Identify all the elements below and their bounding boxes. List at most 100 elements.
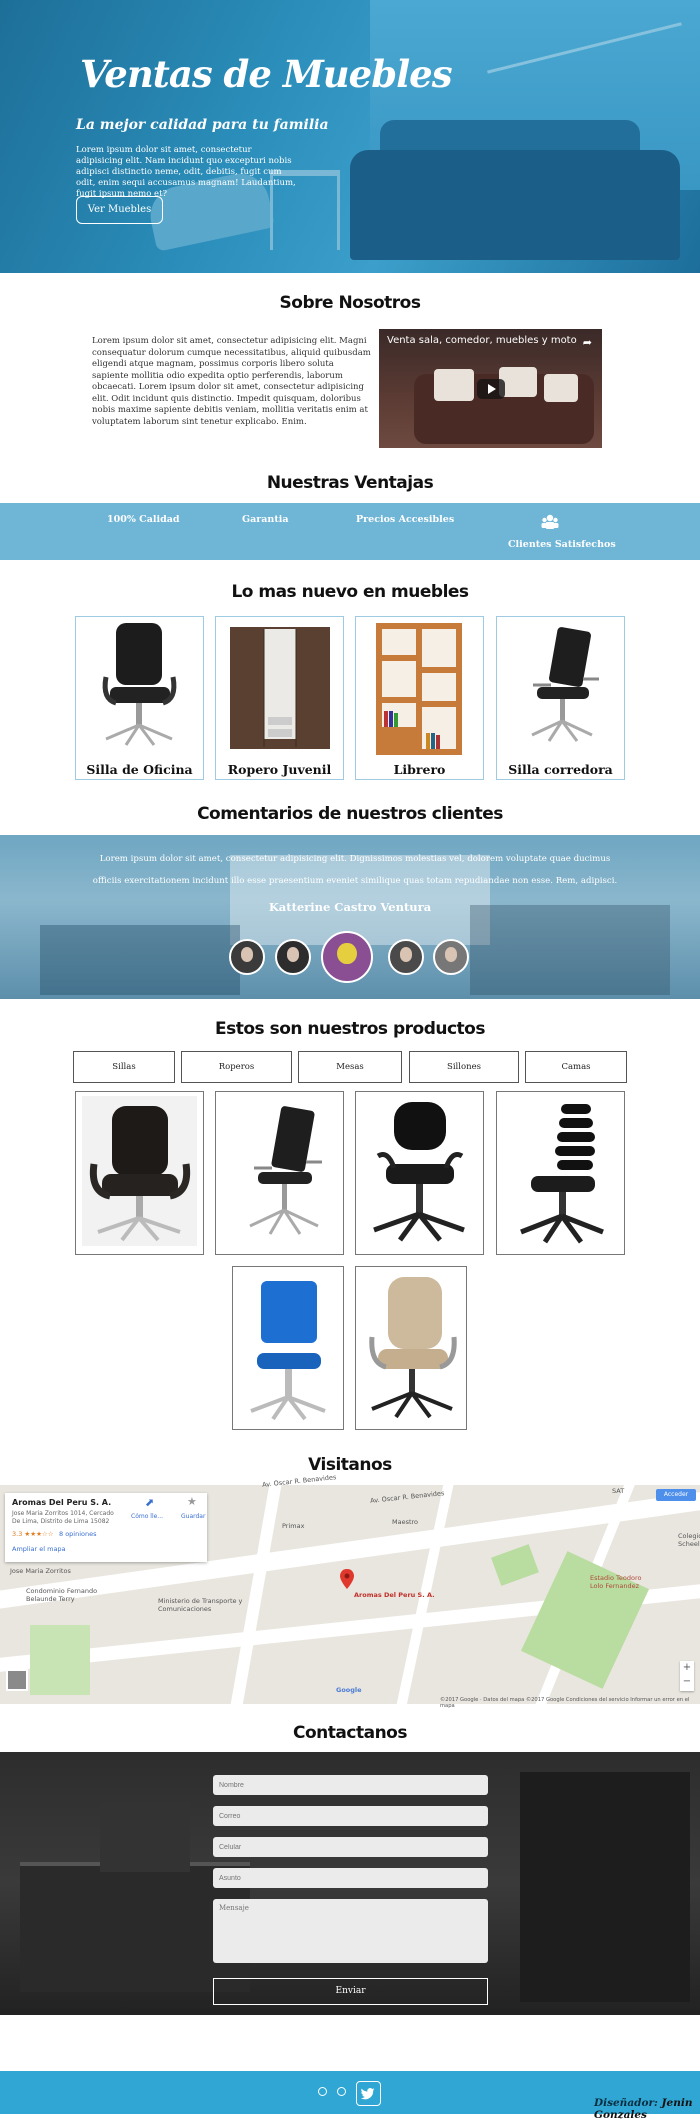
name-field[interactable] — [213, 1775, 488, 1795]
about-title: Sobre Nosotros — [279, 293, 421, 313]
sign-in-button[interactable]: Acceder — [656, 1489, 696, 1501]
hero-subtitle: La mejor calidad para tu familia — [76, 117, 329, 133]
product-card[interactable]: Silla corredora — [496, 616, 625, 780]
tab-roperos[interactable]: Roperos — [181, 1051, 292, 1083]
hero-sofa — [350, 150, 680, 260]
twitter-icon[interactable] — [356, 2081, 381, 2106]
poi-label: Maestro — [392, 1518, 419, 1526]
users-icon — [541, 514, 559, 529]
advantages-title: Nuestras Ventajas — [266, 473, 434, 493]
street-label: Jose Maria Zorritos — [10, 1567, 71, 1575]
testimonial-author: Katterine Castro Ventura — [268, 900, 432, 914]
designer-credit: Diseñador: Jenin Gonzales — [594, 2097, 700, 2121]
subject-field[interactable] — [213, 1868, 488, 1888]
products-title: Estos son nuestros productos — [215, 1019, 485, 1039]
advantage-prices: Precios Accesibles — [356, 514, 455, 525]
mesh-chair-image — [249, 1106, 322, 1235]
bookshelf-image — [376, 623, 462, 755]
social-icon[interactable] — [337, 2087, 346, 2096]
product-card[interactable]: Librero — [355, 616, 484, 780]
product-item[interactable] — [75, 1091, 204, 1255]
product-label: Librero — [393, 762, 446, 777]
product-item[interactable] — [355, 1266, 467, 1430]
star-icon[interactable]: ★ — [187, 1495, 197, 1508]
avatar-face — [337, 942, 357, 965]
play-icon[interactable] — [477, 379, 505, 399]
map-park — [30, 1625, 90, 1695]
reviews-link[interactable]: 8 opiniones — [59, 1530, 97, 1538]
see-furniture-button[interactable]: Ver Muebles — [76, 196, 163, 224]
enlarge-map-link[interactable]: Ampliar el mapa — [12, 1545, 66, 1553]
zoom-controls[interactable]: + − — [680, 1661, 694, 1691]
product-card[interactable]: Silla de Oficina — [75, 616, 204, 780]
map-pin-icon[interactable] — [340, 1569, 354, 1589]
tab-camas[interactable]: Camas — [525, 1051, 627, 1083]
tab-mesas[interactable]: Mesas — [298, 1051, 402, 1083]
advantage-clients: Clientes Satisfechos — [508, 539, 616, 550]
video-player[interactable]: Venta sala, comedor, muebles y moto ➦ — [379, 329, 602, 448]
directions-link[interactable]: Cómo lle... — [131, 1513, 163, 1520]
email-field[interactable] — [213, 1806, 488, 1826]
product-item[interactable] — [355, 1091, 484, 1255]
directions-icon[interactable]: ⬈ — [145, 1496, 154, 1509]
video-title: Venta sala, comedor, muebles y moto — [387, 335, 577, 346]
bg-window — [100, 1802, 190, 1872]
satellite-thumbnail[interactable] — [6, 1669, 28, 1691]
map-park — [520, 1551, 650, 1689]
map-park — [491, 1544, 539, 1586]
marker-label: Aromas Del Peru S. A. — [354, 1591, 435, 1599]
place-card: Aromas Del Peru S. A. Jose Maria Zorrito… — [5, 1493, 207, 1562]
blue-chair-image — [250, 1281, 326, 1421]
bg-blur — [40, 925, 240, 995]
poi-label: SAT — [612, 1487, 625, 1495]
tab-sillas[interactable]: Sillas — [73, 1051, 175, 1083]
mesh-chair-image — [531, 627, 599, 742]
poi-label: Estadio Teodoro Lolo Fernandez — [590, 1574, 642, 1590]
client-avatar[interactable] — [388, 939, 424, 975]
client-avatar[interactable] — [433, 939, 469, 975]
client-avatar[interactable] — [229, 939, 265, 975]
video-cushion — [544, 374, 578, 402]
google-logo: Google — [336, 1686, 362, 1694]
tab-sillones[interactable]: Sillones — [409, 1051, 519, 1083]
place-rating: 3.3 ★★★☆☆ — [12, 1530, 54, 1538]
map-road — [227, 1485, 285, 1704]
advantage-quality: 100% Calidad — [107, 514, 180, 525]
product-item[interactable] — [215, 1091, 344, 1255]
hero-banner — [0, 0, 700, 273]
bg-shelf — [520, 1772, 690, 2002]
phone-field[interactable] — [213, 1837, 488, 1857]
contact-title: Contactanos — [293, 1723, 407, 1743]
wardrobe-image — [230, 627, 330, 749]
video-cushion — [434, 369, 474, 401]
product-label: Ropero Juvenil — [227, 762, 332, 777]
avatar-face — [399, 947, 413, 962]
testimonial-text: Lorem ipsum dolor sit amet, consectetur … — [92, 854, 618, 886]
poi-label: Ministerio de Transporte y Comunicacione… — [158, 1597, 243, 1613]
task-chair-image — [373, 1102, 465, 1242]
beige-chair-image — [369, 1277, 457, 1419]
credit-label: Diseñador: — [594, 2097, 658, 2109]
send-button[interactable]: Enviar — [213, 1978, 488, 2005]
map-attribution: ©2017 Google · Datos del mapa ©2017 Goog… — [440, 1697, 690, 1709]
product-item[interactable] — [232, 1266, 344, 1430]
product-card[interactable]: Ropero Juvenil — [215, 616, 344, 780]
place-address: Jose Maria Zorritos 1014, Cercado De Lim… — [12, 1510, 114, 1525]
message-field[interactable] — [213, 1899, 488, 1963]
avatar-face — [240, 947, 254, 962]
hero-text: Lorem ipsum dolor sit amet, consectetur … — [76, 145, 296, 199]
office-chair-image — [102, 623, 177, 746]
save-link[interactable]: Guardar — [181, 1513, 205, 1520]
share-icon[interactable]: ➦ — [583, 336, 592, 349]
client-avatar[interactable] — [275, 939, 311, 975]
ergonomic-chair-image — [520, 1104, 604, 1244]
social-icon[interactable] — [318, 2087, 327, 2096]
rating-value: 3.3 — [12, 1530, 23, 1538]
product-item[interactable] — [496, 1091, 625, 1255]
avatar-face — [444, 947, 458, 962]
avatar-face — [286, 947, 300, 962]
product-label: Silla de Oficina — [86, 762, 193, 777]
advantage-warranty: Garantia — [242, 514, 289, 525]
client-avatar-active[interactable] — [321, 931, 373, 983]
poi-label: Condominio Fernando Belaunde Terry — [26, 1587, 98, 1603]
